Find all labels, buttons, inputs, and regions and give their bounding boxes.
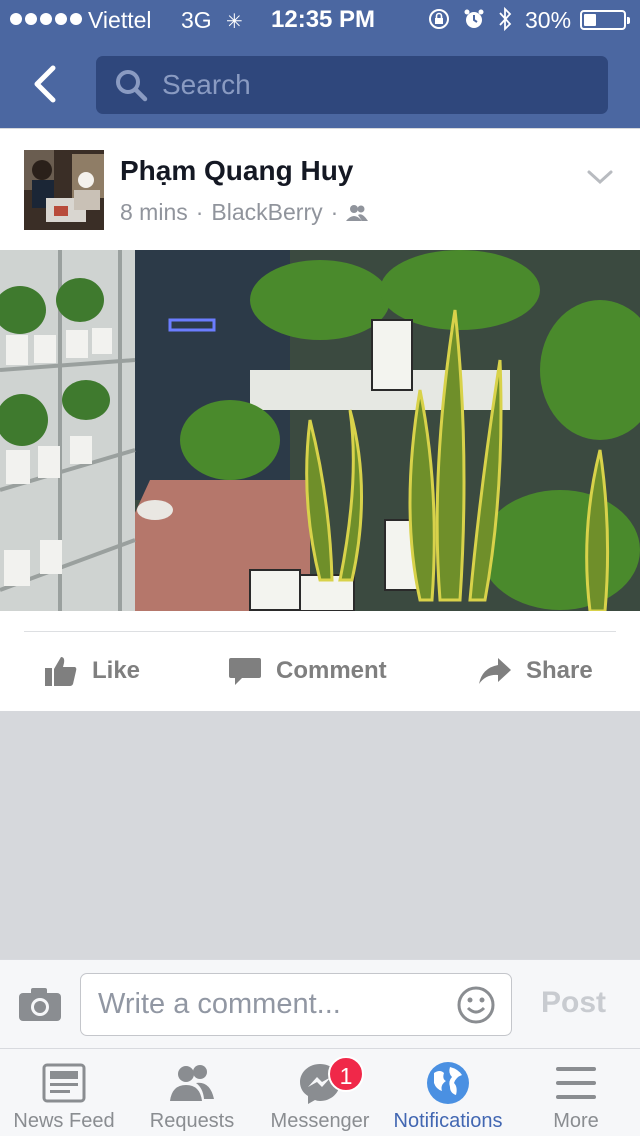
tab-more[interactable]: More xyxy=(512,1049,640,1136)
tab-label: Notifications xyxy=(393,1110,503,1132)
top-navigation-bar: Search xyxy=(0,40,640,128)
status-bar: Viettel 3G ✳ 12:35 PM 30% xyxy=(0,0,640,40)
tab-messenger[interactable]: 1 Messenger xyxy=(256,1049,384,1136)
comment-placeholder: Write a comment... xyxy=(98,988,341,1020)
like-button[interactable]: Like xyxy=(44,641,140,701)
news-feed-icon xyxy=(42,1063,86,1103)
post-meta: 8 mins · BlackBerry · xyxy=(120,199,369,226)
signal-strength-icon xyxy=(10,13,82,25)
post-photo[interactable] xyxy=(0,250,640,611)
search-placeholder: Search xyxy=(162,69,251,100)
post-comment-button[interactable]: Post xyxy=(541,986,606,1020)
thumbs-up-icon xyxy=(45,657,77,686)
tab-label: More xyxy=(553,1110,599,1132)
share-arrow-icon xyxy=(479,658,511,684)
search-bar[interactable]: Search xyxy=(96,56,608,114)
post-options-chevron-icon[interactable] xyxy=(586,167,614,187)
tab-requests[interactable]: Requests xyxy=(128,1049,256,1136)
actions-divider xyxy=(24,631,616,632)
comment-bubble-icon xyxy=(229,658,261,685)
comment-input[interactable]: Write a comment... xyxy=(80,973,512,1036)
meta-separator: · xyxy=(330,199,339,225)
battery-percentage: 30% xyxy=(525,7,572,33)
feed-post: Phạm Quang Huy 8 mins · BlackBerry · Lik… xyxy=(0,129,640,711)
emoji-icon[interactable] xyxy=(456,985,496,1025)
clock: 12:35 PM xyxy=(271,6,376,33)
messenger-badge: 1 xyxy=(328,1056,364,1092)
comment-label: Comment xyxy=(276,657,387,684)
camera-icon[interactable] xyxy=(17,985,63,1023)
requests-icon xyxy=(170,1065,214,1101)
rotation-lock-icon xyxy=(429,9,449,29)
tab-news-feed[interactable]: News Feed xyxy=(0,1049,128,1136)
comment-button[interactable]: Comment xyxy=(228,641,387,701)
tab-label: Messenger xyxy=(270,1110,370,1132)
author-avatar[interactable] xyxy=(24,150,104,230)
globe-icon xyxy=(427,1062,469,1104)
comment-composer: Write a comment... Post xyxy=(0,959,640,1048)
network-type: 3G xyxy=(181,7,212,33)
tab-notifications[interactable]: Notifications xyxy=(384,1049,512,1136)
back-arrow-icon[interactable] xyxy=(26,62,66,106)
menu-icon xyxy=(556,1067,596,1099)
activity-spinner-icon: ✳ xyxy=(226,11,243,33)
like-label: Like xyxy=(92,657,141,684)
meta-separator: · xyxy=(195,199,204,225)
battery-icon xyxy=(580,10,630,30)
share-label: Share xyxy=(526,657,593,684)
tab-label: News Feed xyxy=(13,1110,115,1132)
friends-icon xyxy=(346,204,369,221)
post-source: BlackBerry xyxy=(211,199,323,225)
author-name[interactable]: Phạm Quang Huy xyxy=(120,155,353,187)
alarm-icon xyxy=(464,9,484,28)
bluetooth-icon xyxy=(499,6,512,32)
post-actions: Like Comment Share xyxy=(0,641,640,701)
tab-label: Requests xyxy=(149,1110,235,1132)
share-button[interactable]: Share xyxy=(478,641,593,701)
post-time[interactable]: 8 mins xyxy=(120,199,188,226)
search-icon xyxy=(116,70,148,102)
bottom-tab-bar: News Feed Requests 1 Messenger Notificat… xyxy=(0,1048,640,1136)
carrier-name: Viettel xyxy=(88,7,152,33)
